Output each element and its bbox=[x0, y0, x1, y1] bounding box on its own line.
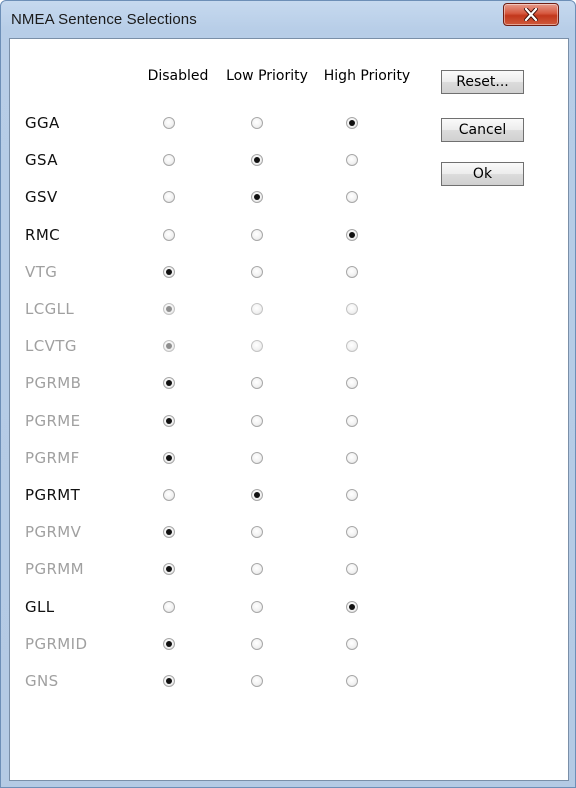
radio-pgrmt-high[interactable] bbox=[346, 489, 358, 501]
radio-gga-disabled[interactable] bbox=[163, 117, 175, 129]
cancel-button[interactable]: Cancel bbox=[441, 118, 524, 142]
title-bar[interactable]: NMEA Sentence Selections bbox=[1, 1, 575, 41]
radio-gll-disabled[interactable] bbox=[163, 600, 175, 613]
sentence-label-pgrmt: PGRMT bbox=[25, 486, 81, 504]
radio-pgrme-disabled[interactable] bbox=[163, 414, 175, 427]
sentence-label-gsa: GSA bbox=[25, 151, 58, 170]
radio-gsa-disabled[interactable] bbox=[163, 154, 175, 167]
close-button[interactable] bbox=[503, 3, 559, 26]
radio-gns-disabled[interactable] bbox=[163, 675, 175, 687]
radio-lcgll-disabled[interactable] bbox=[163, 303, 175, 315]
ok-button[interactable]: Ok bbox=[441, 162, 524, 186]
radio-vtg-high[interactable] bbox=[346, 265, 358, 278]
radio-pgrmm-high[interactable] bbox=[346, 563, 358, 576]
sentence-label-gga: GGA bbox=[25, 114, 60, 132]
sentence-label-gll: GLL bbox=[25, 597, 55, 616]
radio-pgrmid-low[interactable] bbox=[251, 637, 263, 650]
sentence-label-pgrmf: PGRMF bbox=[25, 448, 80, 467]
radio-gns-high[interactable] bbox=[346, 675, 358, 687]
radio-rmc-low[interactable] bbox=[251, 228, 263, 241]
radio-pgrme-high[interactable] bbox=[346, 414, 358, 427]
sentence-label-pgrme: PGRME bbox=[25, 411, 81, 430]
radio-pgrmid-high[interactable] bbox=[346, 637, 358, 650]
sentence-label-gns: GNS bbox=[25, 672, 59, 690]
dialog-window: NMEA Sentence Selections Disabled Low Pr… bbox=[0, 0, 576, 788]
radio-rmc-disabled[interactable] bbox=[163, 228, 175, 241]
radio-pgrmb-low[interactable] bbox=[251, 377, 263, 390]
radio-lcgll-low[interactable] bbox=[251, 303, 263, 315]
radio-pgrmv-high[interactable] bbox=[346, 526, 358, 539]
radio-lcvtg-disabled[interactable] bbox=[163, 340, 175, 353]
radio-pgrmf-low[interactable] bbox=[251, 451, 263, 464]
window-title: NMEA Sentence Selections bbox=[11, 11, 197, 28]
radio-gns-low[interactable] bbox=[251, 675, 263, 687]
radio-pgrmm-low[interactable] bbox=[251, 563, 263, 576]
sentence-label-pgrmv: PGRMV bbox=[25, 523, 82, 542]
sentence-label-vtg: VTG bbox=[25, 262, 58, 281]
radio-gsa-high[interactable] bbox=[346, 154, 358, 167]
radio-gll-high[interactable] bbox=[346, 600, 358, 613]
radio-gga-low[interactable] bbox=[251, 117, 263, 129]
sentence-label-pgrmm: PGRMM bbox=[25, 560, 84, 579]
radio-gsv-high[interactable] bbox=[346, 191, 358, 204]
radio-lcgll-high[interactable] bbox=[346, 303, 358, 315]
radio-gll-low[interactable] bbox=[251, 600, 263, 613]
radio-gsv-disabled[interactable] bbox=[163, 191, 175, 204]
sentence-label-lcgll: LCGLL bbox=[25, 300, 75, 318]
radio-pgrmid-disabled[interactable] bbox=[163, 637, 175, 650]
sentence-label-lcvtg: LCVTG bbox=[25, 337, 77, 356]
radio-pgrmf-high[interactable] bbox=[346, 451, 358, 464]
radio-pgrmt-low[interactable] bbox=[251, 489, 263, 501]
radio-rmc-high[interactable] bbox=[346, 228, 358, 241]
header-low-priority: Low Priority bbox=[226, 68, 308, 84]
radio-pgrmm-disabled[interactable] bbox=[163, 563, 175, 576]
radio-pgrmt-disabled[interactable] bbox=[163, 489, 175, 501]
dialog-client-area: Disabled Low Priority High Priority Rese… bbox=[9, 38, 569, 781]
sentence-label-gsv: GSV bbox=[25, 188, 58, 207]
radio-pgrmf-disabled[interactable] bbox=[163, 451, 175, 464]
radio-vtg-disabled[interactable] bbox=[163, 265, 175, 278]
radio-gga-high[interactable] bbox=[346, 117, 358, 129]
sentence-label-pgrmid: PGRMID bbox=[25, 634, 88, 653]
radio-lcvtg-high[interactable] bbox=[346, 340, 358, 353]
sentence-label-pgrmb: PGRMB bbox=[25, 374, 82, 393]
sentence-label-rmc: RMC bbox=[25, 225, 61, 244]
radio-pgrmb-high[interactable] bbox=[346, 377, 358, 390]
radio-lcvtg-low[interactable] bbox=[251, 340, 263, 353]
radio-vtg-low[interactable] bbox=[251, 265, 263, 278]
close-icon bbox=[524, 8, 538, 21]
radio-pgrmb-disabled[interactable] bbox=[163, 377, 175, 390]
radio-gsv-low[interactable] bbox=[251, 191, 263, 204]
radio-gsa-low[interactable] bbox=[251, 154, 263, 167]
radio-pgrmv-disabled[interactable] bbox=[163, 526, 175, 539]
radio-pgrmv-low[interactable] bbox=[251, 526, 263, 539]
header-high-priority: High Priority bbox=[323, 68, 411, 84]
radio-pgrme-low[interactable] bbox=[251, 414, 263, 427]
reset-button[interactable]: Reset... bbox=[441, 70, 524, 94]
